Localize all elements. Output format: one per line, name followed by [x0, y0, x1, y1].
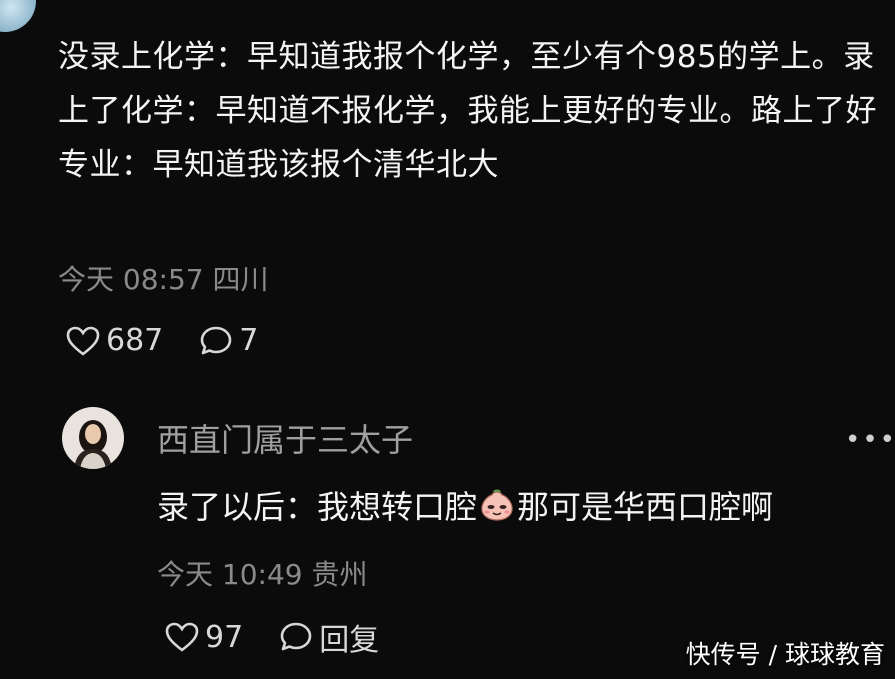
reply-author[interactable]: 西直门属于三太子 — [157, 415, 413, 461]
comment-actions: 687 7 — [66, 323, 294, 358]
comment-meta: 今天 08:57 四川 — [58, 258, 269, 298]
speech-bubble-icon — [200, 326, 232, 354]
heart-icon — [165, 622, 199, 652]
speech-bubble-icon — [280, 622, 312, 651]
reply-like-button[interactable]: 97 — [165, 620, 243, 655]
reply-text: 录了以后：我想转口腔 那可是华西口腔啊 — [157, 482, 773, 528]
reply-meta: 今天 10:49 贵州 — [157, 553, 368, 593]
face-emoji-icon — [481, 489, 513, 521]
watermark: 快传号 / 球球教育 — [685, 640, 885, 669]
like-count: 687 — [106, 323, 164, 358]
reply-avatar[interactable] — [62, 407, 124, 469]
reply-time: 今天 10:49 — [157, 558, 303, 591]
reply-like-count: 97 — [205, 619, 244, 655]
reply-label: 回复 — [319, 623, 380, 658]
avatar-image — [62, 407, 124, 469]
reply-text-part1: 录了以后：我想转口腔 — [157, 488, 478, 526]
more-dots-icon[interactable]: ••• — [845, 425, 895, 455]
comment-text: 没录上化学：早知道我报个化学，至少有个985的学上。录上了化学：早知道不报化学，… — [58, 39, 877, 183]
comment-button[interactable]: 7 — [199, 323, 258, 358]
reply-actions: 97 回复 — [165, 615, 415, 659]
reply-reply-button[interactable]: 回复 — [279, 615, 379, 659]
heart-icon — [66, 326, 100, 356]
comment-time: 今天 08:57 — [58, 263, 204, 296]
reply-text-part2: 那可是华西口腔啊 — [517, 488, 774, 526]
reply-location: 贵州 — [311, 558, 368, 591]
like-button[interactable]: 687 — [66, 323, 163, 358]
reply-count: 7 — [239, 323, 259, 358]
previous-user-avatar[interactable] — [0, 0, 36, 32]
comment-location: 四川 — [212, 263, 269, 296]
